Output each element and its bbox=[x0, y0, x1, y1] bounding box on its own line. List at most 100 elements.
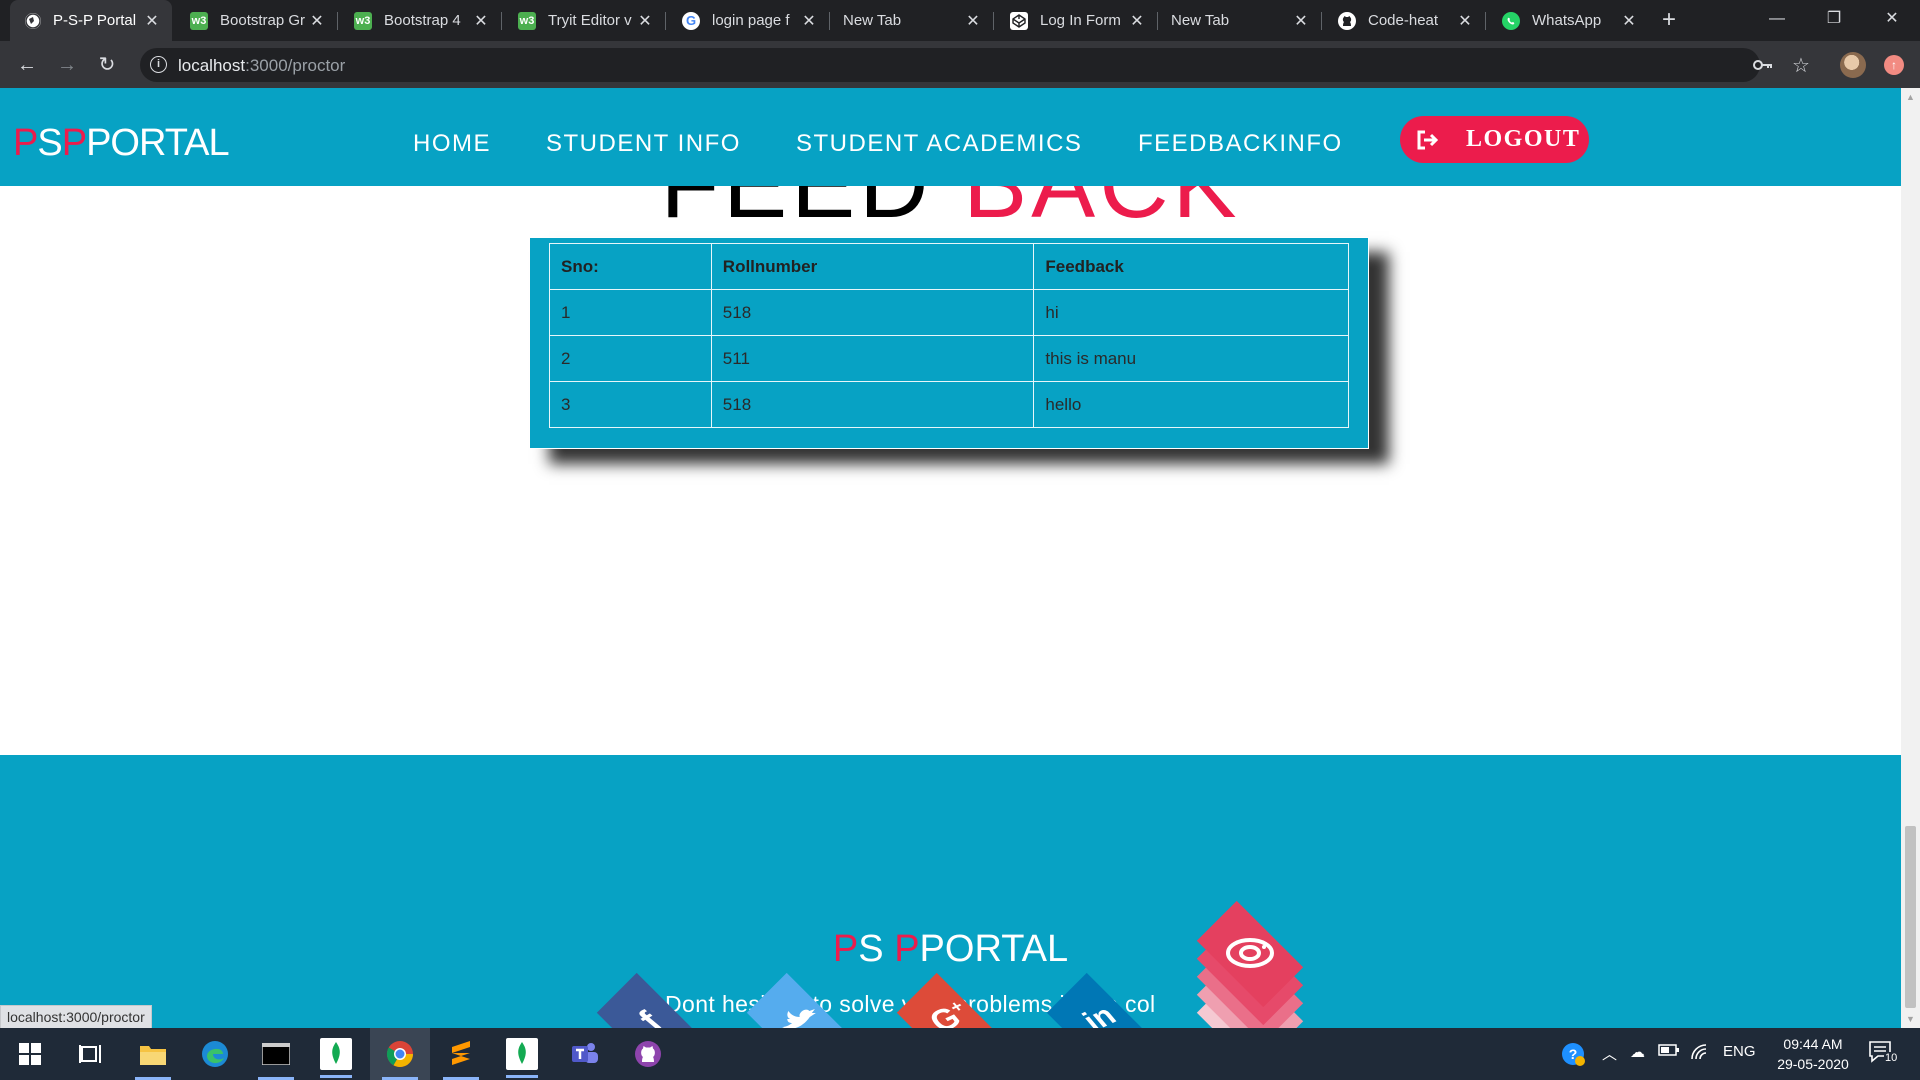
scroll-down-arrow[interactable]: ▼ bbox=[1906, 1014, 1915, 1024]
close-icon[interactable]: ✕ bbox=[963, 11, 983, 31]
google-icon: G bbox=[682, 11, 700, 30]
cell-sno: 1 bbox=[549, 289, 712, 336]
cell-rollnumber: 518 bbox=[710, 289, 1035, 336]
mongodb-icon[interactable] bbox=[320, 1038, 352, 1078]
chrome-icon[interactable] bbox=[382, 1036, 418, 1080]
cell-sno: 3 bbox=[549, 381, 712, 428]
whatsapp-icon bbox=[1502, 11, 1520, 30]
reload-button[interactable]: ↻ bbox=[95, 53, 119, 77]
table-header-row: Sno: Rollnumber Feedback bbox=[549, 243, 1349, 290]
tab-whatsapp[interactable]: WhatsApp ✕ bbox=[1487, 0, 1649, 41]
close-icon[interactable]: ✕ bbox=[1127, 11, 1147, 31]
url-path: :3000/proctor bbox=[245, 56, 346, 75]
tab-separator bbox=[993, 12, 994, 30]
w3schools-icon: w3 bbox=[354, 11, 372, 30]
tab-bootstrap-4[interactable]: w3 Bootstrap 4 ✕ bbox=[339, 0, 501, 41]
edge-icon[interactable] bbox=[197, 1036, 233, 1072]
close-icon[interactable]: ✕ bbox=[471, 11, 491, 31]
scrollbar-thumb[interactable] bbox=[1905, 826, 1916, 1008]
help-icon[interactable]: ? bbox=[1560, 1041, 1586, 1071]
col-header-feedback: Feedback bbox=[1033, 243, 1349, 290]
nav-student-info[interactable]: STUDENT INFO bbox=[546, 130, 741, 158]
windows-start-icon[interactable] bbox=[12, 1036, 48, 1072]
tab-title: Tryit Editor v bbox=[548, 12, 632, 29]
close-icon[interactable]: ✕ bbox=[307, 11, 327, 31]
chevron-up-icon[interactable]: ︿ bbox=[1602, 1043, 1617, 1064]
table-row: 2 511 this is manu bbox=[549, 335, 1349, 382]
key-icon[interactable] bbox=[1752, 55, 1774, 80]
tab-title: WhatsApp bbox=[1532, 12, 1602, 29]
tab-psp-portal[interactable]: P-S-P Portal ✕ bbox=[10, 0, 172, 41]
tab-bootstrap-grid[interactable]: w3 Bootstrap Gr ✕ bbox=[175, 0, 337, 41]
onedrive-icon[interactable]: ☁ bbox=[1630, 1043, 1645, 1061]
close-icon[interactable]: ✕ bbox=[1619, 11, 1639, 31]
avatar[interactable] bbox=[1840, 52, 1866, 78]
terminal-icon[interactable] bbox=[258, 1036, 294, 1080]
brand-text: PORTAL bbox=[86, 122, 230, 164]
page-viewport: PSPPORTAL HOME STUDENT INFO STUDENT ACAD… bbox=[0, 88, 1901, 1028]
nav-home[interactable]: HOME bbox=[413, 130, 491, 158]
browser-tab-bar: P-S-P Portal ✕ w3 Bootstrap Gr ✕ w3 Boot… bbox=[0, 0, 1920, 41]
tab-code-heat[interactable]: Code-heat ✕ bbox=[1323, 0, 1485, 41]
notification-count: 10 bbox=[1884, 1052, 1899, 1064]
cell-feedback: hi bbox=[1033, 289, 1349, 336]
star-icon[interactable]: ☆ bbox=[1792, 53, 1810, 78]
url-host: localhost bbox=[178, 56, 246, 75]
task-view-icon[interactable] bbox=[72, 1036, 108, 1072]
cell-rollnumber: 511 bbox=[710, 335, 1035, 382]
feedback-table: Sno: Rollnumber Feedback 1 518 hi 2 511 … bbox=[549, 243, 1349, 428]
notification-center-icon[interactable]: 10 bbox=[1868, 1040, 1899, 1070]
tab-separator bbox=[665, 12, 666, 30]
page-scrollbar[interactable]: ▲ ▼ bbox=[1901, 88, 1920, 1028]
heading-part1: FEED bbox=[660, 186, 932, 238]
tab-login-page[interactable]: G login page f ✕ bbox=[667, 0, 829, 41]
site-navbar: PSPPORTAL HOME STUDENT INFO STUDENT ACAD… bbox=[0, 88, 1901, 186]
tab-new-tab-2[interactable]: New Tab ✕ bbox=[1159, 0, 1321, 41]
col-header-sno: Sno: bbox=[549, 243, 712, 290]
update-icon[interactable]: ↑ bbox=[1884, 55, 1904, 75]
url-text[interactable]: localhost:3000/proctor bbox=[178, 56, 345, 76]
forward-button[interactable]: → bbox=[55, 53, 79, 77]
tab-separator bbox=[1157, 12, 1158, 30]
wifi-icon[interactable] bbox=[1690, 1043, 1710, 1063]
nav-feedbackinfo[interactable]: FEEDBACKINFO bbox=[1138, 130, 1343, 158]
tab-separator bbox=[829, 12, 830, 30]
col-header-rollnumber: Rollnumber bbox=[710, 243, 1035, 290]
site-brand[interactable]: PSPPORTAL bbox=[13, 122, 230, 165]
logout-button[interactable]: LOGOUT bbox=[1400, 116, 1589, 163]
teams-icon[interactable] bbox=[567, 1036, 603, 1072]
close-window-button[interactable]: ✕ bbox=[1864, 0, 1920, 41]
back-button[interactable]: ← bbox=[15, 53, 39, 77]
language-indicator[interactable]: ENG bbox=[1723, 1043, 1756, 1060]
status-url-tooltip: localhost:3000/proctor bbox=[0, 1005, 152, 1028]
close-icon[interactable]: ✕ bbox=[635, 11, 655, 31]
close-icon[interactable]: ✕ bbox=[142, 11, 162, 31]
instagram-icon bbox=[1226, 936, 1274, 975]
battery-icon[interactable] bbox=[1658, 1043, 1680, 1061]
footer-brand: PS PPORTAL bbox=[0, 928, 1901, 971]
omnibox[interactable]: i localhost:3000/proctor ☆ bbox=[140, 48, 1810, 82]
info-icon[interactable]: i bbox=[150, 56, 167, 73]
tab-log-in-form[interactable]: Log In Form ✕ bbox=[995, 0, 1157, 41]
w3schools-icon: w3 bbox=[518, 11, 536, 30]
minimize-button[interactable]: — bbox=[1749, 0, 1805, 41]
sublime-text-icon[interactable] bbox=[443, 1036, 479, 1080]
mongodb-compass-icon[interactable] bbox=[506, 1038, 538, 1078]
github-desktop-icon[interactable] bbox=[630, 1036, 666, 1072]
tab-tryit-editor[interactable]: w3 Tryit Editor v ✕ bbox=[503, 0, 665, 41]
brand-letter: P bbox=[13, 122, 38, 164]
file-explorer-icon[interactable] bbox=[135, 1036, 171, 1080]
windows-taskbar: ? ︿ ☁ ENG 09:44 AM 29-05-2020 10 bbox=[0, 1028, 1920, 1080]
close-icon[interactable]: ✕ bbox=[1455, 11, 1475, 31]
close-icon[interactable]: ✕ bbox=[1291, 11, 1311, 31]
tab-separator bbox=[1485, 12, 1486, 30]
restore-button[interactable]: ❐ bbox=[1806, 0, 1862, 41]
scroll-up-arrow[interactable]: ▲ bbox=[1906, 92, 1915, 102]
nav-student-academics[interactable]: STUDENT ACADEMICS bbox=[796, 130, 1082, 158]
w3schools-icon: w3 bbox=[190, 11, 208, 30]
new-tab-button[interactable]: + bbox=[1655, 7, 1683, 35]
tab-title: login page f bbox=[712, 12, 790, 29]
tab-new-tab-1[interactable]: New Tab ✕ bbox=[831, 0, 993, 41]
close-icon[interactable]: ✕ bbox=[799, 11, 819, 31]
taskbar-clock[interactable]: 09:44 AM 29-05-2020 bbox=[1766, 1034, 1860, 1074]
